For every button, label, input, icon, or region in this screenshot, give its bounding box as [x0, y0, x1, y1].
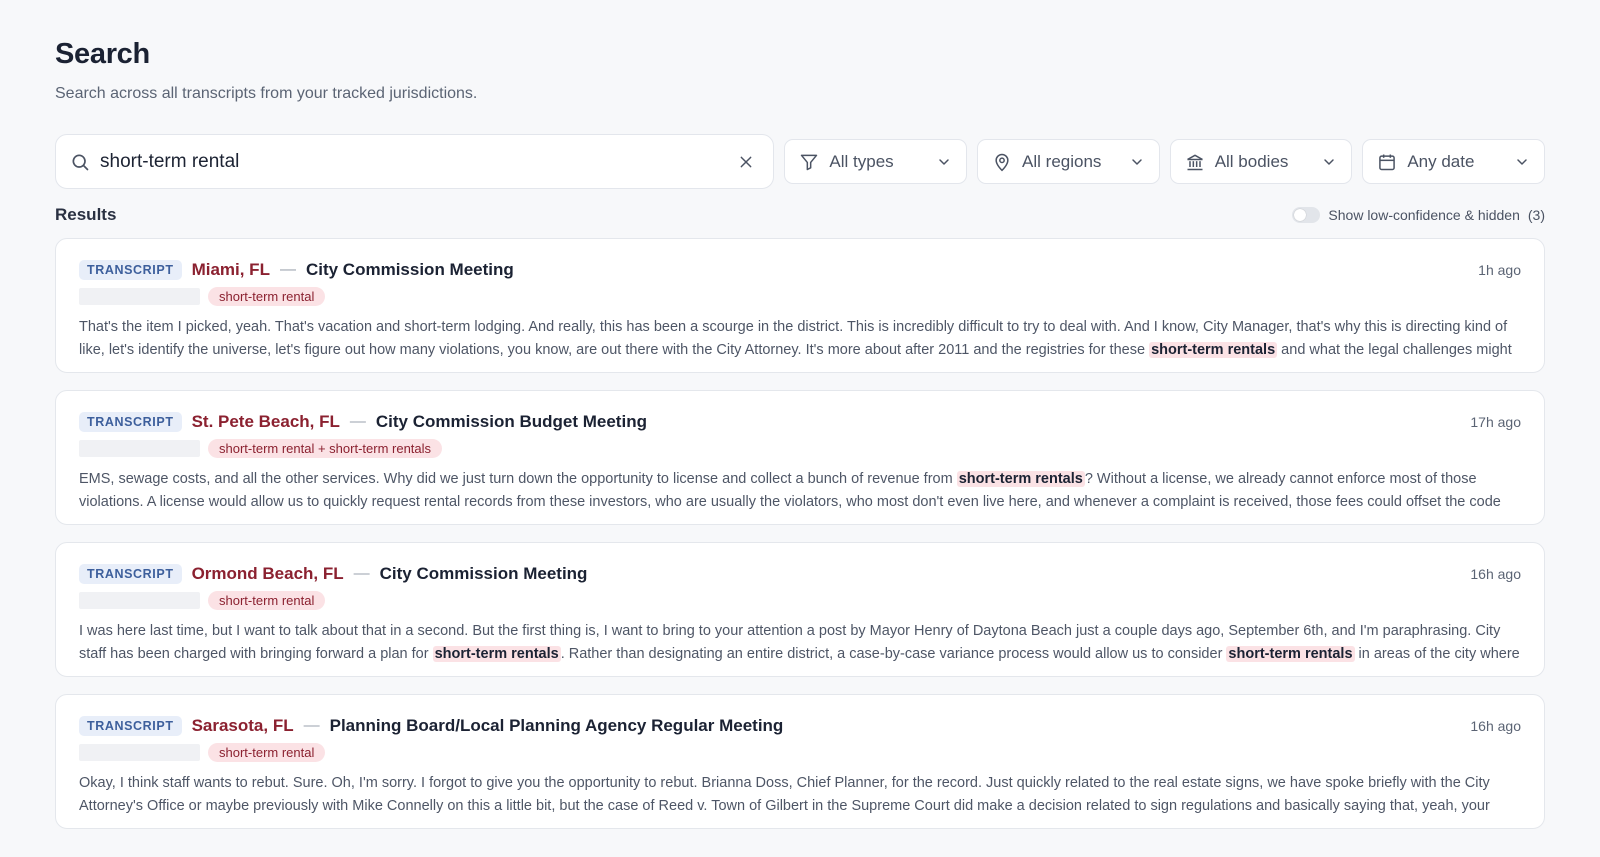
search-box[interactable] [55, 134, 775, 189]
chevron-down-icon [1517, 158, 1527, 165]
match-tag: short-term rental + short-term rentals [208, 438, 443, 458]
chevron-down-icon [939, 158, 949, 165]
result-snippet: That's the item I picked, yeah. That's v… [79, 316, 1521, 361]
low-confidence-toggle-wrap: Show low-confidence & hidden (3) [1292, 207, 1545, 223]
clear-search-button[interactable] [733, 149, 759, 175]
result-card[interactable]: TRANSCRIPT Miami, FL — City Commission M… [55, 238, 1545, 373]
match-tag: short-term rental [208, 742, 326, 762]
results-list: TRANSCRIPT Miami, FL — City Commission M… [55, 238, 1545, 829]
snippet-highlight: short-term rentals [956, 471, 1085, 487]
result-card-header: TRANSCRIPT Miami, FL — City Commission M… [79, 259, 1521, 281]
results-title: Results [55, 205, 117, 224]
search-icon [72, 154, 89, 170]
type-badge: TRANSCRIPT [79, 716, 182, 736]
search-toolbar: All types All regions All bodies Any dat… [55, 134, 1545, 189]
body-filter-label: All bodies [1214, 151, 1289, 171]
toggle-label: Show low-confidence & hidden [1328, 207, 1520, 223]
result-meeting-title[interactable]: Planning Board/Local Planning Agency Reg… [330, 716, 784, 736]
type-filter-label: All types [829, 151, 894, 171]
loading-placeholder [79, 743, 200, 761]
title-separator: — [303, 717, 320, 734]
snippet-text: . Rather than designating an entire dist… [560, 645, 1227, 662]
chevron-down-icon [1131, 158, 1142, 165]
result-place[interactable]: Miami, FL [192, 260, 270, 280]
result-meeting-title[interactable]: City Commission Meeting [380, 564, 588, 584]
result-meeting-title[interactable]: City Commission Meeting [306, 260, 514, 280]
snippet-text: EMS, sewage costs, and all the other ser… [79, 471, 957, 487]
result-time: 1h ago [1478, 262, 1521, 278]
region-filter-dropdown[interactable]: All regions [977, 139, 1160, 184]
result-tags: short-term rental + short-term rentals [79, 438, 1521, 458]
page-title: Search [55, 38, 150, 70]
filter-icon [801, 154, 818, 170]
result-meeting-title[interactable]: City Commission Budget Meeting [376, 412, 647, 432]
result-time: 16h ago [1470, 566, 1521, 582]
loading-placeholder [79, 591, 200, 609]
loading-placeholder [79, 287, 200, 305]
calendar-icon [1379, 154, 1396, 170]
date-filter-dropdown[interactable]: Any date [1362, 139, 1545, 184]
title-separator: — [279, 261, 296, 278]
snippet-text: Okay, I think staff wants to rebut. Sure… [79, 775, 1490, 814]
close-icon [741, 156, 752, 167]
results-header: Results Show low-confidence & hidden (3) [55, 203, 1545, 227]
snippet-highlight: short-term rentals [432, 645, 561, 662]
body-filter-dropdown[interactable]: All bodies [1169, 139, 1353, 184]
chevron-down-icon [1324, 158, 1335, 165]
match-tag: short-term rental [208, 590, 326, 610]
date-filter-label: Any date [1407, 151, 1475, 171]
title-separator: — [353, 565, 370, 582]
result-card[interactable]: TRANSCRIPT St. Pete Beach, FL — City Com… [55, 390, 1545, 525]
result-time: 16h ago [1470, 718, 1521, 734]
result-tags: short-term rental [79, 742, 1521, 762]
result-tags: short-term rental [79, 590, 1521, 610]
search-page: Search Search across all transcripts fro… [0, 0, 1600, 829]
type-filter-dropdown[interactable]: All types [784, 139, 968, 184]
result-card[interactable]: TRANSCRIPT Ormond Beach, FL — City Commi… [55, 542, 1545, 677]
hidden-count: (3) [1527, 207, 1545, 223]
result-place[interactable]: Ormond Beach, FL [192, 564, 344, 584]
result-place[interactable]: Sarasota, FL [192, 716, 294, 736]
page-subtitle: Search across all transcripts from your … [55, 85, 478, 102]
type-badge: TRANSCRIPT [79, 260, 182, 280]
type-badge: TRANSCRIPT [79, 564, 182, 584]
type-badge: TRANSCRIPT [79, 412, 182, 432]
result-card[interactable]: TRANSCRIPT Sarasota, FL — Planning Board… [55, 694, 1545, 829]
title-separator: — [349, 413, 366, 430]
loading-placeholder [79, 439, 200, 457]
search-input[interactable] [100, 146, 734, 177]
result-card-header: TRANSCRIPT Sarasota, FL — Planning Board… [79, 715, 1521, 737]
snippet-highlight: short-term rentals [1149, 341, 1278, 358]
map-pin-icon [995, 153, 1009, 171]
snippet-highlight: short-term rentals [1226, 645, 1355, 662]
result-snippet: EMS, sewage costs, and all the other ser… [79, 468, 1521, 513]
low-confidence-toggle[interactable] [1292, 207, 1321, 223]
region-filter-label: All regions [1022, 151, 1102, 171]
building-icon [1186, 154, 1203, 170]
result-place[interactable]: St. Pete Beach, FL [192, 412, 340, 432]
result-time: 17h ago [1470, 414, 1521, 430]
match-tag: short-term rental [208, 286, 326, 306]
result-snippet: Okay, I think staff wants to rebut. Sure… [79, 772, 1521, 817]
result-tags: short-term rental [79, 286, 1521, 306]
result-card-header: TRANSCRIPT St. Pete Beach, FL — City Com… [79, 411, 1521, 433]
result-card-header: TRANSCRIPT Ormond Beach, FL — City Commi… [79, 563, 1521, 585]
result-snippet: I was here last time, but I want to talk… [79, 620, 1521, 665]
